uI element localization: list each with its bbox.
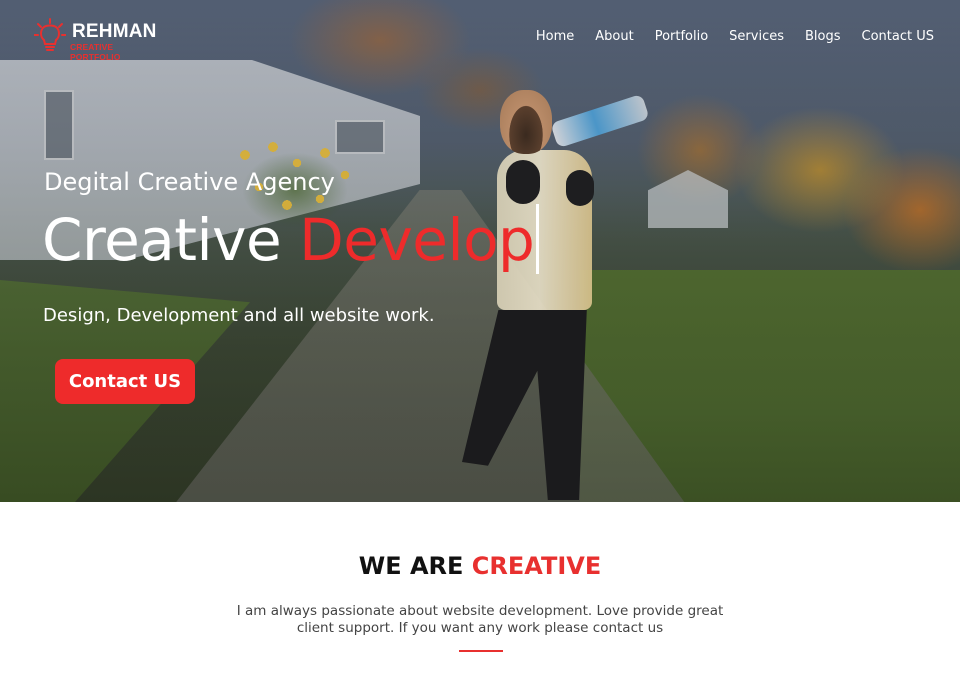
nav-item-about[interactable]: About: [595, 29, 633, 44]
section-description: I am always passionate about website dev…: [236, 603, 724, 636]
contact-us-button[interactable]: Contact US: [55, 359, 195, 404]
house-window: [44, 90, 74, 160]
section-title-accent: CREATIVE: [471, 552, 602, 580]
section-divider: [459, 650, 503, 652]
nav-item-portfolio[interactable]: Portfolio: [655, 29, 708, 44]
brand-logo[interactable]: REHMAN CREATIVE PORTFOLIO: [34, 18, 164, 62]
lightbulb-icon: [34, 18, 66, 51]
brand-name: REHMAN: [72, 21, 157, 42]
hero-description: Design, Development and all website work…: [43, 305, 435, 326]
nav-item-services[interactable]: Services: [729, 29, 784, 44]
hero-kicker: Degital Creative Agency: [44, 168, 335, 196]
hero-title: Creative Develop: [42, 204, 540, 274]
about-section: WE ARE CREATIVE I am always passionate a…: [0, 502, 960, 683]
typing-caret: [536, 204, 540, 274]
hero-person-head: [500, 90, 552, 154]
section-title-dark: WE ARE: [358, 552, 464, 580]
main-navigation: Home About Portfolio Services Blogs Cont…: [515, 29, 934, 44]
nav-item-home[interactable]: Home: [536, 29, 574, 44]
hero-person-sleeve: [506, 160, 540, 204]
brand-tagline: CREATIVE PORTFOLIO: [70, 42, 121, 62]
section-title: WE ARE CREATIVE: [0, 552, 960, 580]
hero-person-sleeve: [566, 170, 594, 206]
hero-title-white: Creative: [42, 206, 282, 274]
nav-item-contact[interactable]: Contact US: [862, 29, 934, 44]
hero-title-accent: Develop: [299, 206, 535, 274]
nav-item-blogs[interactable]: Blogs: [805, 29, 841, 44]
